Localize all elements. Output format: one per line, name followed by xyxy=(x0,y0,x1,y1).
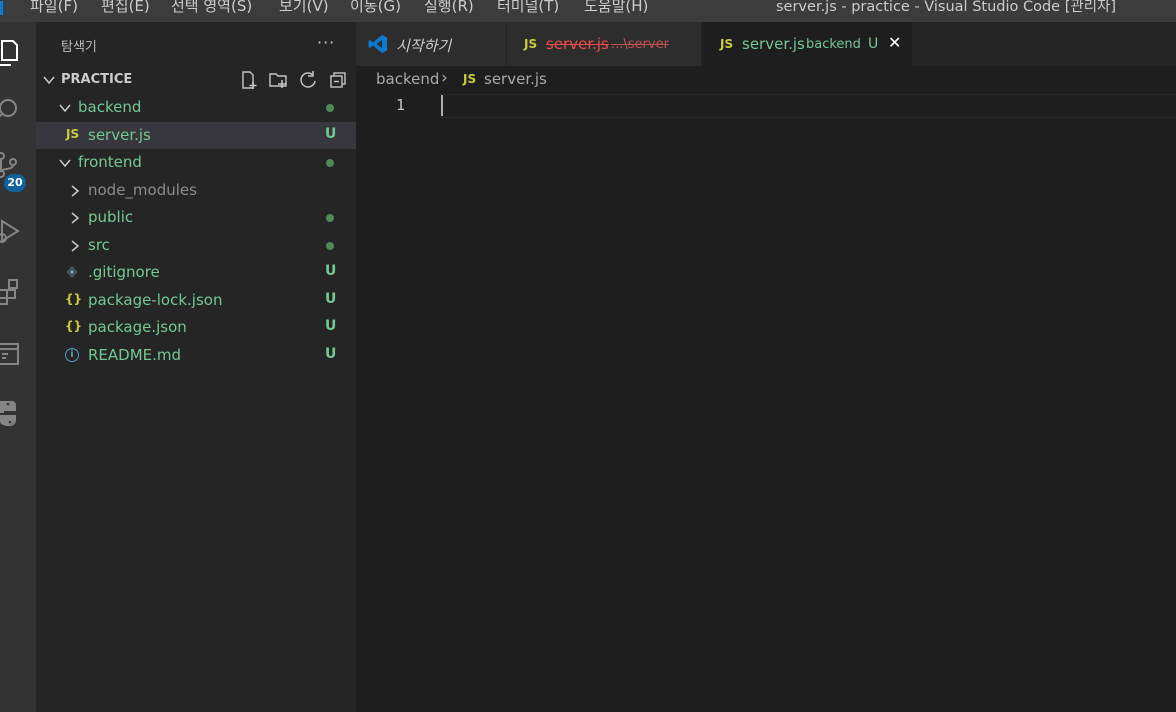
untracked-status: U xyxy=(325,346,337,362)
tree-folder-backend[interactable]: backend xyxy=(36,94,356,121)
text-cursor xyxy=(441,95,443,116)
search-icon[interactable] xyxy=(0,90,36,126)
tree-folder-src[interactable]: src xyxy=(36,232,356,259)
tab-label: server.js xyxy=(742,35,805,53)
modified-dot xyxy=(326,214,334,222)
explorer-title: 탐색기 xyxy=(61,40,97,55)
tree-file-package-json[interactable]: {} package.json U xyxy=(36,314,356,341)
chevron-down-icon xyxy=(43,76,55,85)
line-number: 1 xyxy=(396,96,406,114)
menu-help[interactable]: 도움말(H) xyxy=(584,0,648,16)
untracked-status: U xyxy=(325,126,337,142)
chevron-down-icon xyxy=(59,104,71,113)
new-folder-icon[interactable] xyxy=(268,70,288,90)
tab-welcome[interactable]: 시작하기 xyxy=(356,22,506,66)
menu-file[interactable]: 파일(F) xyxy=(30,0,78,16)
code-editor[interactable]: 1 xyxy=(356,94,1176,712)
workspace-name: PRACTICE xyxy=(61,72,133,87)
menu-go[interactable]: 이동(G) xyxy=(350,0,401,16)
remote-explorer-icon[interactable] xyxy=(0,334,36,370)
current-line-highlight xyxy=(440,94,1176,118)
new-file-icon[interactable] xyxy=(239,70,259,90)
menu-selection[interactable]: 선택 영역(S) xyxy=(171,0,252,16)
extensions-icon[interactable] xyxy=(0,272,36,308)
chevron-right-icon: › xyxy=(441,68,448,88)
menu-view[interactable]: 보기(V) xyxy=(279,0,329,16)
modified-dot xyxy=(326,242,334,250)
js-file-icon: JS xyxy=(720,37,734,51)
chevron-right-icon xyxy=(71,185,80,197)
editor-tab-bar: 시작하기 JS server.js ...\server JS server.j… xyxy=(356,22,1176,66)
tree-item-label: frontend xyxy=(78,153,142,171)
js-file-icon: JS xyxy=(463,72,477,86)
tree-item-label: package.json xyxy=(88,318,187,336)
untracked-status: U xyxy=(325,291,337,307)
untracked-status: U xyxy=(325,263,337,279)
tab-server-js-backend[interactable]: JS server.js backend U ✕ xyxy=(702,22,912,66)
modified-dot xyxy=(326,159,334,167)
tree-item-label: server.js xyxy=(88,126,151,144)
tree-item-label: public xyxy=(88,208,134,226)
chevron-right-icon xyxy=(71,212,80,224)
breadcrumb-file[interactable]: server.js xyxy=(484,70,547,88)
untracked-status: U xyxy=(868,36,879,52)
untracked-status: U xyxy=(325,318,337,334)
run-debug-icon[interactable] xyxy=(0,212,36,248)
menu-terminal[interactable]: 터미널(T) xyxy=(497,0,559,16)
breadcrumb: backend › JS server.js xyxy=(356,66,1176,94)
more-actions-icon[interactable]: ··· xyxy=(317,33,335,52)
window-title: server.js - practice - Visual Studio Cod… xyxy=(776,0,1117,15)
close-icon[interactable]: ✕ xyxy=(888,33,901,52)
tree-file-readme[interactable]: i README.md U xyxy=(36,342,356,369)
tree-folder-node-modules[interactable]: node_modules xyxy=(36,177,356,204)
info-file-icon: i xyxy=(65,348,79,362)
explorer-sidebar: 탐색기 ··· PRACTICE backend JS server.js U … xyxy=(36,22,356,712)
js-file-icon: JS xyxy=(524,37,538,51)
menu-edit[interactable]: 편집(E) xyxy=(101,0,150,16)
title-bar: 파일(F) 편집(E) 선택 영역(S) 보기(V) 이동(G) 실행(R) 터… xyxy=(0,0,1176,22)
breadcrumb-folder[interactable]: backend xyxy=(376,70,439,88)
tree-file-package-lock-json[interactable]: {} package-lock.json U xyxy=(36,287,356,314)
tree-folder-frontend[interactable]: frontend xyxy=(36,149,356,176)
tab-description: backend xyxy=(806,37,861,52)
chevron-down-icon xyxy=(59,159,71,168)
chevron-right-icon xyxy=(71,240,80,252)
collapse-all-icon[interactable] xyxy=(328,70,348,90)
refresh-icon[interactable] xyxy=(298,70,318,90)
activity-bar: 20 xyxy=(0,22,36,712)
modified-dot xyxy=(326,104,334,112)
json-file-icon: {} xyxy=(65,292,83,306)
workspace-section-header[interactable]: PRACTICE xyxy=(36,69,356,91)
vscode-app-icon[interactable] xyxy=(0,0,8,15)
js-file-icon: JS xyxy=(66,127,80,141)
tree-item-label: src xyxy=(88,236,110,254)
tab-server-js-deleted[interactable]: JS server.js ...\server xyxy=(507,22,701,66)
explorer-icon[interactable] xyxy=(0,34,36,70)
vscode-logo-icon xyxy=(368,35,387,53)
tree-file-server-js[interactable]: JS server.js U xyxy=(36,122,356,149)
git-file-icon xyxy=(66,266,78,278)
tab-label: 시작하기 xyxy=(396,37,452,55)
json-file-icon: {} xyxy=(65,319,83,333)
tree-item-label: .gitignore xyxy=(88,263,160,281)
menu-run[interactable]: 실행(R) xyxy=(424,0,474,16)
tree-folder-public[interactable]: public xyxy=(36,204,356,231)
tab-description: ...\server xyxy=(611,37,669,52)
tree-item-label: node_modules xyxy=(88,181,197,199)
tree-item-label: README.md xyxy=(88,346,182,364)
scm-count-badge: 20 xyxy=(4,174,26,192)
python-icon[interactable] xyxy=(0,394,36,430)
tab-label: server.js xyxy=(546,35,609,53)
tree-item-label: package-lock.json xyxy=(88,291,223,309)
tree-item-label: backend xyxy=(78,98,142,116)
tree-file-gitignore[interactable]: .gitignore U xyxy=(36,259,356,286)
